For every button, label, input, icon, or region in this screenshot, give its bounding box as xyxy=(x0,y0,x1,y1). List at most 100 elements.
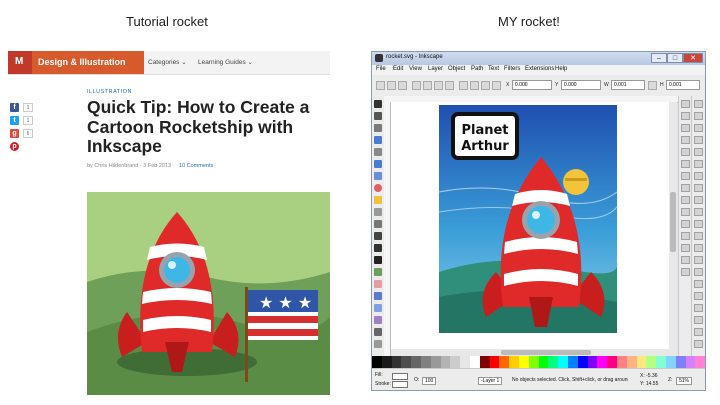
palette-swatch[interactable] xyxy=(548,356,559,368)
palette-swatch[interactable] xyxy=(450,356,461,368)
lock-ratio-icon[interactable] xyxy=(648,81,657,90)
palette-swatch[interactable] xyxy=(528,356,539,368)
zoom-selection-icon[interactable] xyxy=(694,232,703,240)
opacity-field[interactable]: 100 xyxy=(422,377,437,385)
raise-to-top-button[interactable] xyxy=(459,81,468,90)
palette-swatch[interactable] xyxy=(460,356,470,368)
nav-learning-guides-link[interactable]: Learning Guides ⌄ xyxy=(198,58,253,66)
nav-categories-link[interactable]: Categories ⌄ xyxy=(148,58,187,66)
flip-horizontal-button[interactable] xyxy=(434,81,443,90)
lower-button[interactable] xyxy=(481,81,490,90)
palette-swatch[interactable] xyxy=(577,356,588,368)
snap-grid-button[interactable] xyxy=(681,256,690,264)
fill-swatch[interactable] xyxy=(392,373,408,380)
palette-swatch[interactable] xyxy=(430,356,441,368)
select-all-layers-button[interactable] xyxy=(387,81,396,90)
snap-bbox-edges-button[interactable] xyxy=(681,124,690,132)
pen-tool-icon[interactable] xyxy=(374,232,382,240)
palette-swatch[interactable] xyxy=(420,356,431,368)
selector-tool-icon[interactable] xyxy=(374,100,382,108)
menu-layer[interactable]: Layer xyxy=(428,66,443,72)
palette-swatch[interactable] xyxy=(646,356,657,368)
open-file-icon[interactable] xyxy=(694,112,703,120)
lower-to-bottom-button[interactable] xyxy=(492,81,501,90)
menu-edit[interactable]: Edit xyxy=(393,66,403,72)
snap-rotation-center-button[interactable] xyxy=(681,232,690,240)
snap-smooth-button[interactable] xyxy=(681,196,690,204)
redo-icon[interactable] xyxy=(694,184,703,192)
twitter-icon[interactable]: t xyxy=(10,116,19,125)
fill-stroke-icon[interactable] xyxy=(694,316,703,324)
zoom-tool-icon[interactable] xyxy=(374,136,382,144)
x-field[interactable]: 0.000 xyxy=(512,80,552,90)
palette-swatch[interactable] xyxy=(607,356,617,368)
palette-swatch[interactable] xyxy=(636,356,647,368)
menu-view[interactable]: View xyxy=(409,66,422,72)
flip-vertical-button[interactable] xyxy=(445,81,454,90)
eraser-tool-icon[interactable] xyxy=(374,280,382,288)
undo-icon[interactable] xyxy=(694,172,703,180)
site-logo-icon[interactable]: M xyxy=(8,51,32,74)
palette-swatch[interactable] xyxy=(381,356,392,368)
import-icon[interactable] xyxy=(694,148,703,156)
menu-file[interactable]: File xyxy=(376,66,386,72)
stroke-swatch[interactable] xyxy=(392,381,408,388)
ellipse-tool-icon[interactable] xyxy=(374,184,382,192)
window-titlebar[interactable]: rocket.svg - Inkscape – □ ✕ xyxy=(372,52,705,65)
cut-icon[interactable] xyxy=(694,208,703,216)
text-font-icon[interactable] xyxy=(694,328,703,336)
menu-help[interactable]: Help xyxy=(555,66,567,72)
clone-icon[interactable] xyxy=(694,280,703,288)
calligraphy-tool-icon[interactable] xyxy=(374,244,382,252)
menu-path[interactable]: Path xyxy=(471,66,483,72)
snap-nodes-button[interactable] xyxy=(681,148,690,156)
palette-swatch[interactable] xyxy=(489,356,500,368)
rotate-cw-button[interactable] xyxy=(423,81,432,90)
height-field[interactable]: 0.001 xyxy=(666,80,700,90)
3d-box-tool-icon[interactable] xyxy=(374,172,382,180)
paste-icon[interactable] xyxy=(694,220,703,228)
facebook-icon[interactable]: f xyxy=(10,103,19,112)
horizontal-scroll-thumb[interactable] xyxy=(501,350,591,355)
palette-swatch[interactable] xyxy=(616,356,627,368)
pinterest-icon[interactable]: p xyxy=(10,142,19,151)
palette-swatch[interactable] xyxy=(469,356,480,368)
snap-centers-button[interactable] xyxy=(681,220,690,228)
node-tool-icon[interactable] xyxy=(374,112,382,120)
palette-swatch[interactable] xyxy=(411,356,421,368)
maximize-button[interactable]: □ xyxy=(667,53,683,63)
palette-swatch[interactable] xyxy=(587,356,598,368)
drawing-canvas[interactable]: Planet Arthur xyxy=(391,102,669,356)
palette-swatch[interactable] xyxy=(479,356,490,368)
dropper-tool-icon[interactable] xyxy=(374,328,382,336)
snap-guides-button[interactable] xyxy=(681,268,690,276)
group-icon[interactable] xyxy=(694,292,703,300)
snap-page-button[interactable] xyxy=(681,244,690,252)
snap-bbox-button[interactable] xyxy=(681,112,690,120)
palette-swatch[interactable] xyxy=(597,356,608,368)
y-field[interactable]: 0.000 xyxy=(561,80,601,90)
deselect-button[interactable] xyxy=(398,81,407,90)
horizontal-scrollbar[interactable] xyxy=(391,349,669,356)
layer-selector[interactable]: -Layer 1 xyxy=(478,377,503,385)
export-icon[interactable] xyxy=(694,160,703,168)
palette-swatch[interactable] xyxy=(440,356,451,368)
copy-icon[interactable] xyxy=(694,196,703,204)
text-tool-icon[interactable] xyxy=(374,256,382,264)
star-tool-icon[interactable] xyxy=(374,196,382,204)
measure-tool-icon[interactable] xyxy=(374,148,382,156)
select-all-button[interactable] xyxy=(376,81,385,90)
vertical-scrollbar[interactable] xyxy=(669,102,677,356)
save-icon[interactable] xyxy=(694,124,703,132)
palette-swatch[interactable] xyxy=(499,356,510,368)
menu-extensions[interactable]: Extensions xyxy=(525,66,554,72)
raise-button[interactable] xyxy=(470,81,479,90)
spiral-tool-icon[interactable] xyxy=(374,208,382,216)
google-plus-icon[interactable]: g xyxy=(10,129,19,138)
site-brand-link[interactable]: Design & Illustration xyxy=(32,51,144,74)
minimize-button[interactable]: – xyxy=(651,53,667,63)
palette-swatch[interactable] xyxy=(391,356,402,368)
palette-swatch[interactable] xyxy=(665,356,676,368)
rotate-ccw-button[interactable] xyxy=(412,81,421,90)
paint-bucket-tool-icon[interactable] xyxy=(374,292,382,300)
